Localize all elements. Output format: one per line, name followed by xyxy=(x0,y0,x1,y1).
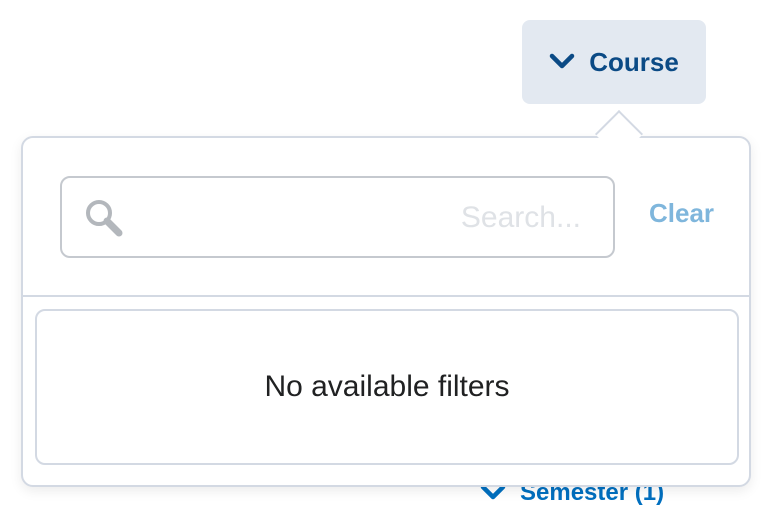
search-field[interactable] xyxy=(60,176,615,258)
empty-filters-message: No available filters xyxy=(35,309,739,465)
divider xyxy=(23,295,749,297)
empty-message-text: No available filters xyxy=(264,370,510,403)
search-icon xyxy=(84,198,124,243)
chevron-down-icon xyxy=(549,53,575,71)
filter-panel: Semester (1) Course Clear No available f… xyxy=(0,0,772,508)
course-filter-button[interactable]: Course xyxy=(522,20,706,104)
clear-button[interactable]: Clear xyxy=(649,198,714,229)
search-input[interactable] xyxy=(138,192,583,244)
course-filter-label: Course xyxy=(589,46,679,77)
course-filter-dropdown: Clear No available filters xyxy=(21,136,751,487)
